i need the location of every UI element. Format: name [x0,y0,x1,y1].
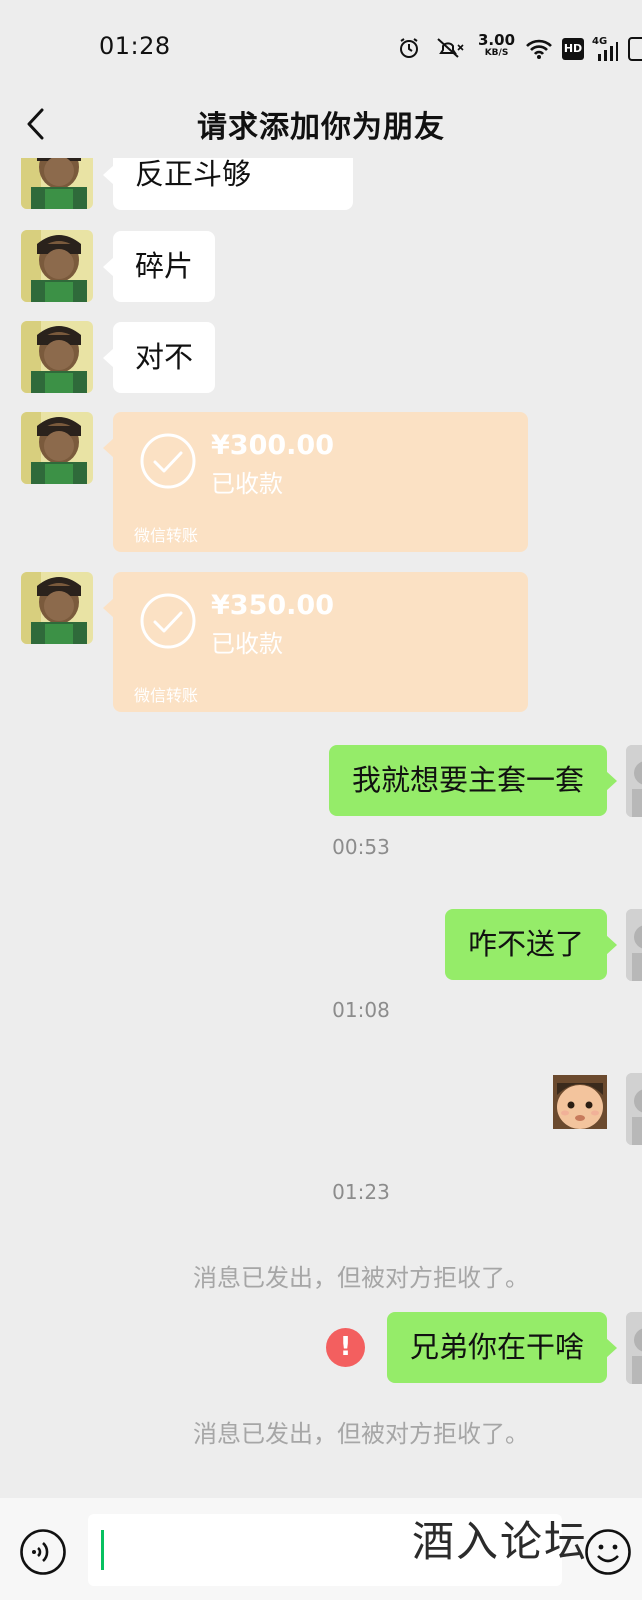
wifi-icon [526,39,552,59]
avatar[interactable] [21,321,93,393]
watermark: 酒入论坛 [412,1517,589,1566]
check-circle-icon [140,593,196,649]
check-circle-icon [140,433,196,489]
transfer-card[interactable]: ¥300.00 已收款 微信转账 [103,412,528,552]
system-notice: 消息已发出，但被对方拒收了。 [193,1420,529,1448]
transfer-amount: ¥300.00 [211,430,334,461]
avatar-self[interactable] [626,1073,642,1145]
page-title: 请求添加你为朋友 [197,110,445,145]
message-bubble-incoming[interactable]: 反正斗够 2880 [103,158,353,262]
silent-icon [437,38,464,58]
text-caret [101,1530,104,1570]
error-icon[interactable]: ! [326,1328,365,1367]
hd-label: HD [563,42,583,55]
message-bubble-incoming[interactable]: 对不 [102,322,216,393]
input-bar: 酒入论坛 [0,1498,642,1600]
avatar[interactable] [21,230,93,302]
status-time: 01:28 [99,32,171,60]
timestamp: 01:08 [332,998,390,1022]
status-bar: 01:28 3.00 KB/S HD 4G [0,0,642,92]
emoji-button[interactable] [584,1528,632,1576]
avatar-self[interactable] [626,745,642,817]
battery-icon [628,37,642,61]
alarm-icon [400,38,418,58]
transfer-status: 已收款 [211,470,283,498]
avatar-self[interactable] [626,909,642,981]
timestamp: 01:23 [332,1180,390,1204]
message-bubble-outgoing[interactable]: 我就想要主套一套 [328,745,618,816]
transfer-footer: 微信转账 [134,526,199,545]
message-text: 兄弟你在干啥 [409,1330,584,1364]
signal-4g-icon: 4G [592,36,618,62]
chat-area[interactable]: 反正斗够 2880 碎片 对不 ¥300.00 已收款 微信转账 ¥350.00 [0,158,642,1498]
message-text: 咋不送了 [467,927,584,961]
nav-bar: 请求添加你为朋友 [0,92,642,158]
error-mark: ! [339,1332,352,1362]
avatar[interactable] [21,412,93,484]
transfer-amount: ¥350.00 [211,590,334,621]
system-notice: 消息已发出，但被对方拒收了。 [193,1264,529,1292]
avatar[interactable] [21,158,93,209]
transfer-footer: 微信转账 [134,686,199,705]
voice-icon [20,1529,66,1575]
message-bubble-outgoing[interactable]: 兄弟你在干啥 [386,1312,618,1383]
avatar[interactable] [21,572,93,644]
network-speed: 3.00 KB/S [478,31,516,59]
message-text: 对不 [135,340,194,374]
message-bubble-incoming[interactable]: 碎片 [102,231,216,302]
sticker-image[interactable] [553,1075,607,1129]
transfer-status: 已收款 [211,630,283,658]
voice-button[interactable] [19,1528,67,1576]
avatar-self[interactable] [626,1312,642,1384]
timestamp: 00:53 [332,835,390,859]
hd-icon: HD [562,38,584,60]
network-speed-unit: KB/S [484,48,509,58]
message-text: 碎片 [135,249,194,283]
message-bubble-outgoing[interactable]: 咋不送了 [444,909,618,980]
message-text: 我就想要主套一套 [351,763,584,797]
emoji-icon [585,1529,631,1575]
transfer-card[interactable]: ¥350.00 已收款 微信转账 [103,572,528,712]
network-speed-value: 3.00 [478,31,516,49]
